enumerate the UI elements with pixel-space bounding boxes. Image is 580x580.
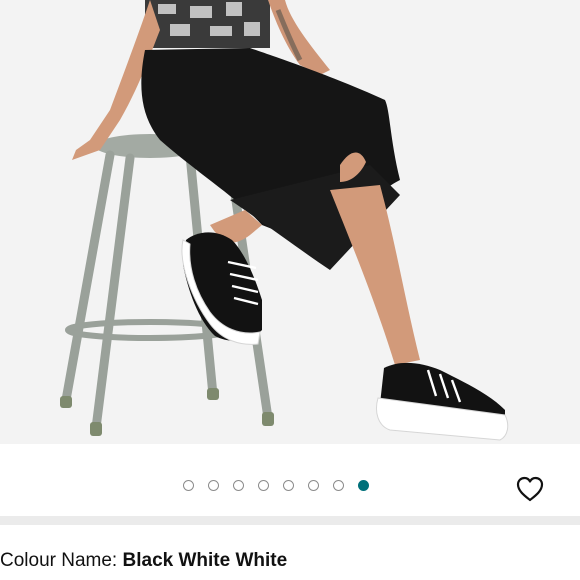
carousel-dot-3[interactable] — [233, 480, 244, 491]
product-image[interactable] — [0, 0, 580, 444]
colour-name-value: Black White White — [122, 550, 288, 571]
colour-name-label: Colour Name: — [0, 550, 123, 571]
carousel-dot-1[interactable] — [183, 480, 194, 491]
carousel-dot-2[interactable] — [208, 480, 219, 491]
carousel-dot-5[interactable] — [283, 480, 294, 491]
product-photo — [60, 0, 509, 441]
colour-name-row: Colour Name: Black White White — [0, 550, 287, 572]
carousel-dot-6[interactable] — [308, 480, 319, 491]
carousel-indicator[interactable] — [183, 480, 369, 491]
carousel-dot-4[interactable] — [258, 480, 269, 491]
carousel-dot-7[interactable] — [333, 480, 344, 491]
section-divider — [0, 516, 580, 525]
wishlist-button[interactable] — [513, 472, 547, 506]
carousel-dot-8-active[interactable] — [358, 480, 369, 491]
heart-outline-icon — [516, 476, 544, 502]
